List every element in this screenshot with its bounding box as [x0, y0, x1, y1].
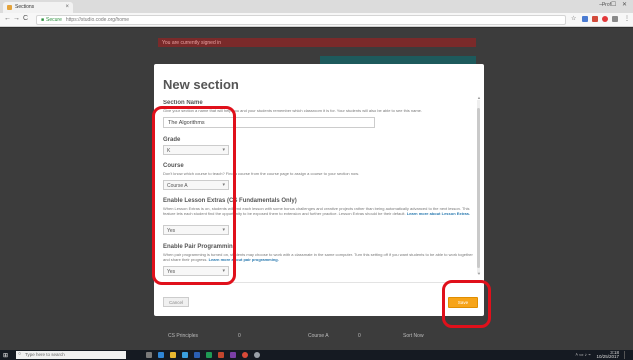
extension-icon[interactable]	[592, 16, 598, 22]
clock-date: 10/25/2017	[596, 354, 619, 359]
store-icon[interactable]	[182, 352, 188, 358]
reload-icon[interactable]: C	[23, 15, 28, 22]
save-button[interactable]: Save	[448, 297, 478, 308]
secure-label: Secure	[46, 17, 62, 23]
pair-programming-select[interactable]: Yes ▾	[163, 266, 229, 276]
browser-nav-bar: ← → C ■ Secure https://studio.code.org/hom…	[0, 13, 633, 27]
section-name-help: Give your section a name that will help …	[163, 108, 423, 113]
scrollbar-thumb[interactable]	[477, 108, 480, 268]
chrome-icon[interactable]	[242, 352, 248, 358]
star-icon[interactable]: ☆	[571, 15, 576, 22]
table-row: CS Principles 0 Course A 0 Sort Now	[158, 330, 476, 342]
lesson-extras-select[interactable]: Yes ▾	[163, 225, 229, 235]
edge-icon[interactable]	[158, 352, 164, 358]
grade-select[interactable]: K ▾	[163, 145, 229, 155]
dialog-title: New section	[163, 77, 239, 92]
pair-programming-value: Yes	[167, 269, 176, 275]
system-tray[interactable]: ˄ ▭ ♪ ⌁	[575, 352, 591, 358]
tab-title: Sections	[15, 4, 35, 10]
lesson-extras-label: Enable Lesson Extras (CS Fundamentals On…	[163, 198, 297, 204]
taskbar-clock[interactable]: 3:18 10/25/2017	[596, 350, 619, 359]
table-cell: CS Principles	[168, 333, 199, 339]
url-text: https://studio.code.org/home	[65, 17, 129, 23]
favicon-icon	[7, 5, 12, 10]
grade-label: Grade	[163, 137, 181, 143]
extension-icon[interactable]	[582, 16, 588, 22]
screen: Sections × Prof — ☐ ✕ ← → C ■ Secure https…	[0, 0, 633, 360]
close-tab-icon[interactable]: ×	[65, 4, 69, 10]
task-view-icon[interactable]	[146, 352, 152, 358]
course-select[interactable]: Course A ▾	[163, 180, 229, 190]
lock-icon: ■	[41, 17, 45, 23]
show-desktop-button[interactable]	[624, 351, 630, 359]
window-controls[interactable]: — ☐ ✕	[599, 1, 629, 8]
section-name-label: Section Name	[163, 100, 203, 106]
chevron-down-icon: ▾	[222, 268, 225, 274]
table-cell: Sort Now	[403, 333, 424, 339]
course-help: Don't know which course to teach? Find a…	[163, 171, 359, 176]
dialog-scroll-area[interactable]: Section Name Give your section a name th…	[154, 100, 484, 278]
table-cell: Course A	[308, 333, 329, 339]
extension-icon[interactable]	[612, 16, 618, 22]
cancel-button[interactable]: Cancel	[163, 297, 189, 307]
lesson-extras-value: Yes	[167, 228, 176, 234]
forward-arrow-icon[interactable]: →	[13, 15, 20, 22]
onenote-icon[interactable]	[230, 352, 236, 358]
powerpoint-icon[interactable]	[218, 352, 224, 358]
new-section-dialog: New section Section Name Give your secti…	[154, 64, 484, 316]
chevron-down-icon: ▾	[222, 227, 225, 233]
pair-programming-label: Enable Pair Programming	[163, 244, 237, 250]
word-icon[interactable]	[194, 352, 200, 358]
browser-tab[interactable]: Sections ×	[3, 2, 73, 13]
dialog-divider	[154, 282, 484, 283]
address-bar[interactable]: ■ Secure https://studio.code.org/home	[36, 15, 566, 25]
app-icon[interactable]	[254, 352, 260, 358]
course-label: Course	[163, 163, 184, 169]
section-name-input[interactable]: The Algorithms	[163, 117, 375, 128]
search-placeholder: Type here to search	[25, 352, 65, 357]
scroll-down-icon[interactable]: ▼	[477, 271, 481, 276]
windows-start-icon[interactable]: ⊞	[3, 352, 8, 359]
taskbar-search-input[interactable]: ○ Type here to search	[16, 351, 126, 359]
search-icon: ○	[18, 351, 22, 357]
grade-value: K	[167, 148, 171, 154]
lesson-extras-learn-more-link[interactable]: Learn more about Lesson Extras.	[407, 211, 470, 216]
course-value: Course A	[167, 183, 188, 189]
windows-taskbar: ⊞ ○ Type here to search ˄ ▭ ♪ ⌁ 3:18 10/…	[0, 350, 633, 360]
chevron-down-icon: ▾	[222, 147, 225, 153]
lesson-extras-help: When Lesson Extras is on, students will …	[163, 206, 473, 216]
excel-icon[interactable]	[206, 352, 212, 358]
browser-tab-bar: Sections × Prof — ☐ ✕	[0, 0, 633, 13]
table-cell: 0	[238, 333, 241, 339]
pair-programming-help: When pair programming is turned on, stud…	[163, 252, 473, 262]
table-cell: 0	[358, 333, 361, 339]
file-explorer-icon[interactable]	[170, 352, 176, 358]
signed-in-banner: You are currently signed in	[158, 38, 476, 47]
back-arrow-icon[interactable]: ←	[4, 15, 11, 22]
extension-icon[interactable]	[602, 16, 608, 22]
menu-icon[interactable]: ⋮	[624, 15, 630, 22]
chevron-down-icon: ▾	[222, 182, 225, 188]
pair-programming-learn-more-link[interactable]: Learn more about pair programming.	[209, 257, 279, 262]
